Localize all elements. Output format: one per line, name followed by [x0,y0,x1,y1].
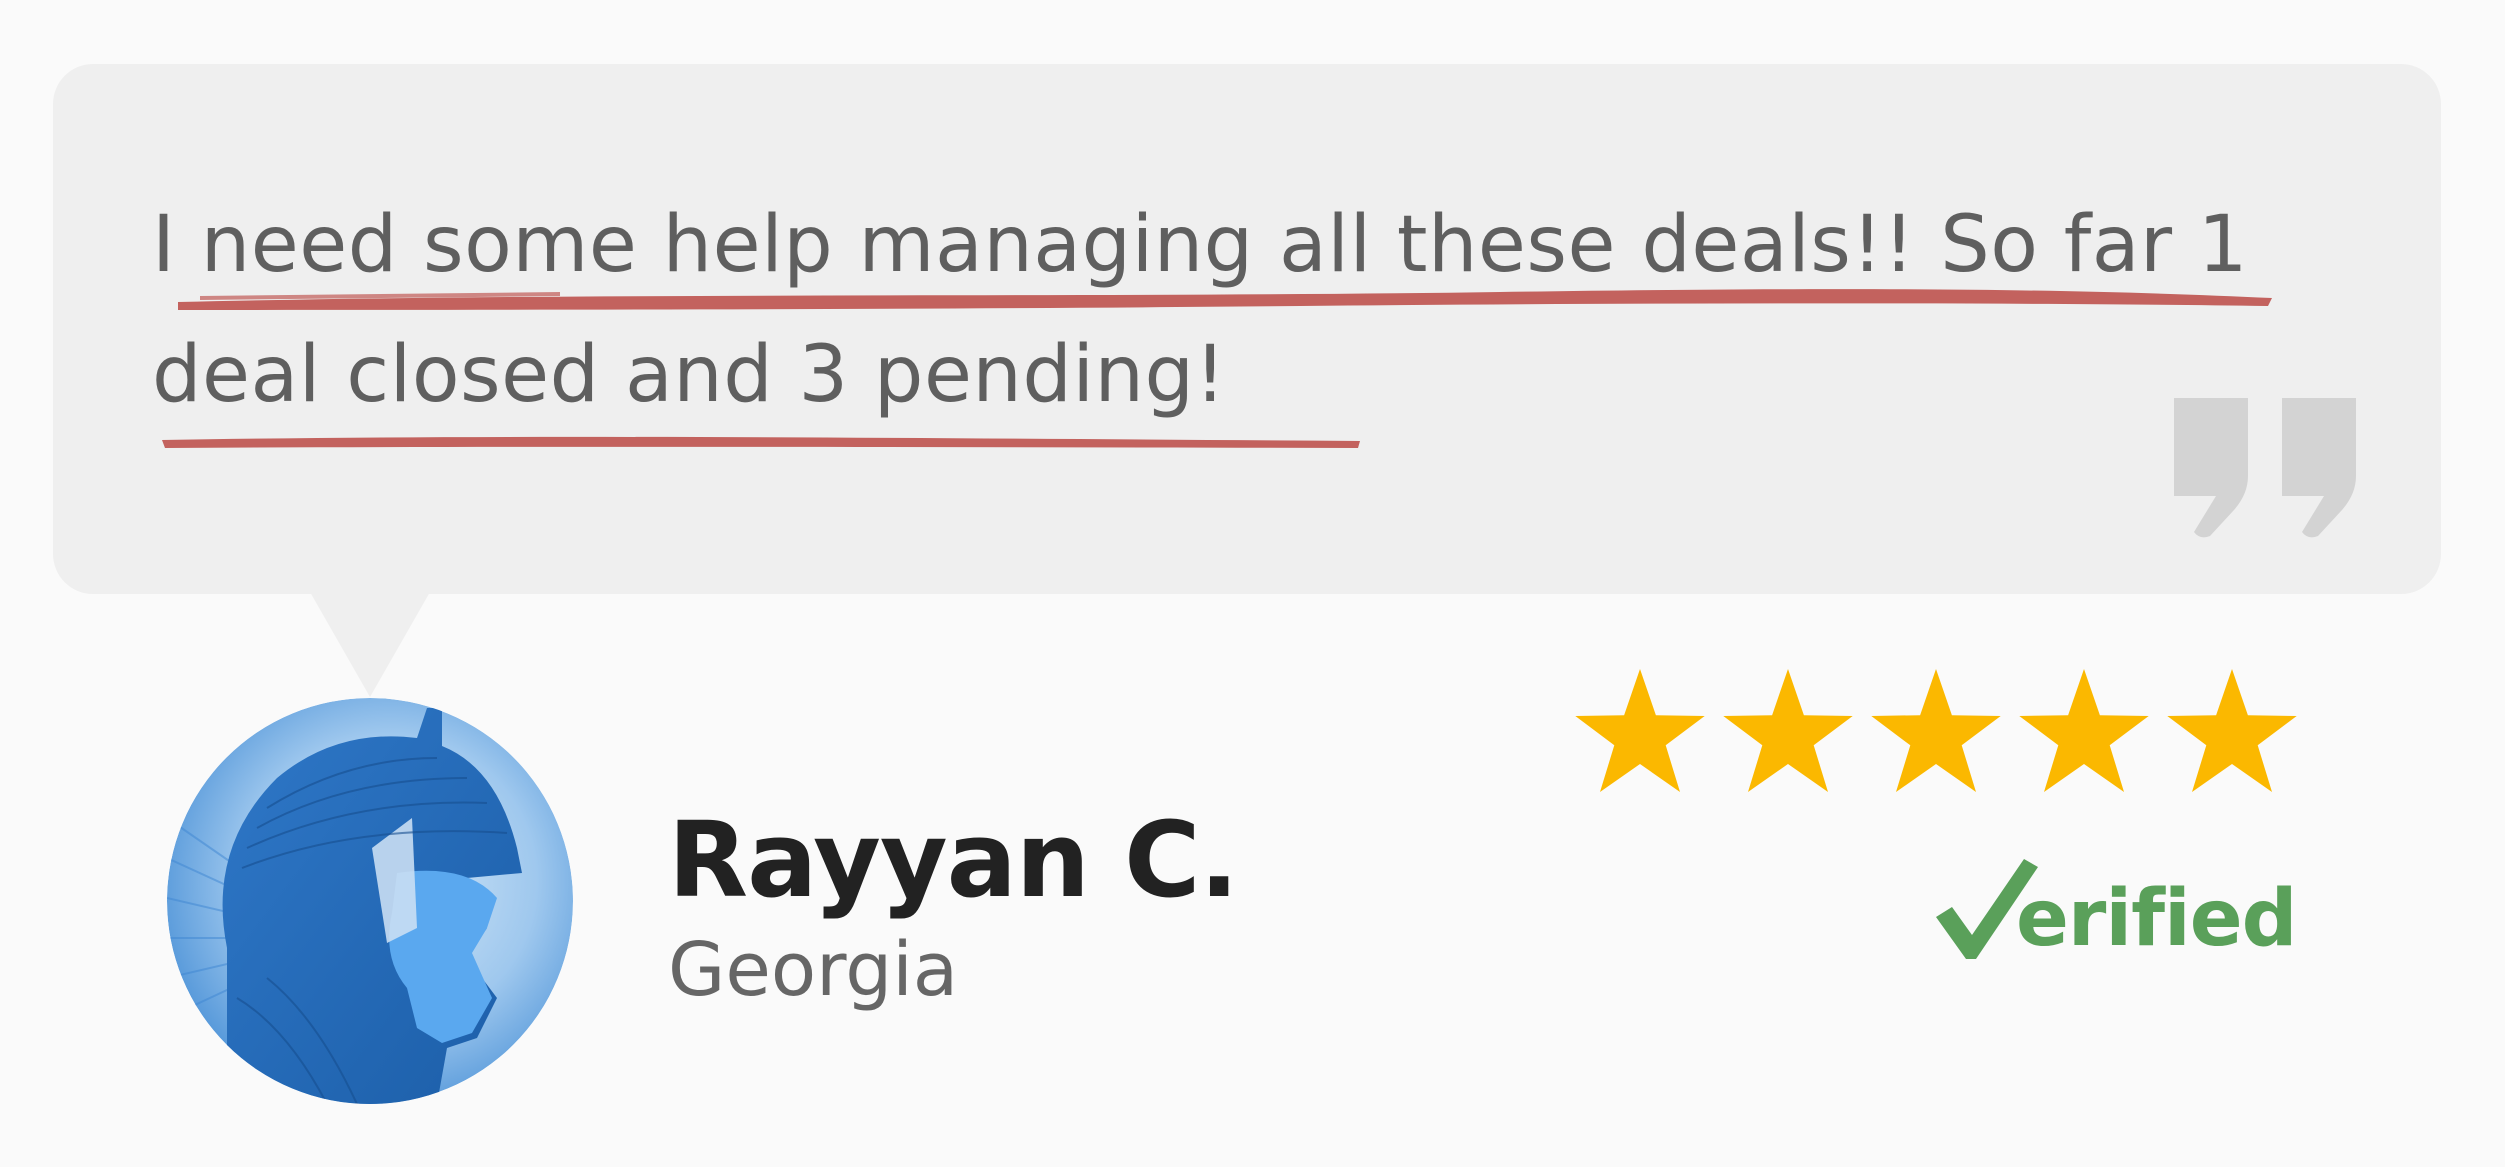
review-card: I need some help managing all these deal… [0,0,2505,1167]
closing-quote-icon [2174,398,2356,538]
star-icon [2167,669,2297,792]
review-quote: I need some help managing all these deal… [152,200,2249,420]
verified-label: erified [2016,874,2298,964]
verified-badge: erified [1932,845,2298,965]
star-icon [1575,669,1705,792]
star-rating [1575,669,2297,792]
reviewer-name: Rayyan C. [668,799,1239,921]
speech-bubble-tail [310,592,430,697]
avatar [167,698,573,1104]
reviewer-location: Georgia [668,927,959,1013]
centurion-avatar-image [167,698,573,1104]
star-icon [2019,669,2149,792]
star-icon [1871,669,2001,792]
star-icon [1723,669,1853,792]
